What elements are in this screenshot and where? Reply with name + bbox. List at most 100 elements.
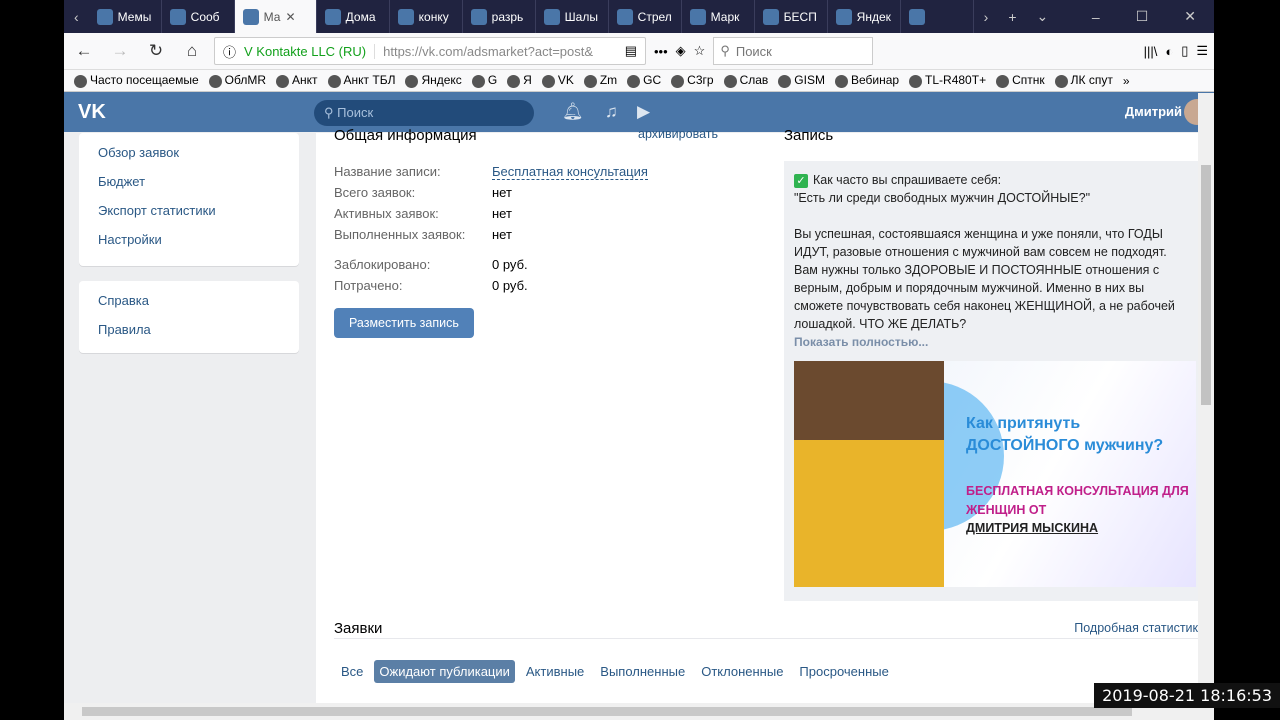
post-preview: ✓ Как часто вы спрашиваете себя: "Есть ли…: [784, 161, 1198, 601]
help-menu: Справка Правила: [79, 281, 299, 353]
menu-item[interactable]: Правила: [79, 315, 299, 344]
bookmark-item[interactable]: Яндекс: [405, 73, 462, 88]
back-icon[interactable]: ←: [70, 41, 98, 61]
scroll-thumb[interactable]: [1201, 165, 1211, 405]
menu-item[interactable]: Экспорт статистики: [79, 196, 299, 225]
bookmark-item[interactable]: GC: [627, 73, 662, 88]
library-icon[interactable]: |||\: [1144, 44, 1158, 59]
home-icon[interactable]: ⌂: [178, 41, 206, 61]
browser-window: ‹ Мемы Сооб Ма ✕ Дома конку разрь Шалы Стрел Марк…: [64, 0, 1214, 720]
bookmark-item[interactable]: Вебинар: [834, 73, 900, 88]
show-more-link[interactable]: Показать полностью...: [794, 333, 1188, 351]
tab-label: Яндек: [856, 9, 891, 24]
sidebar-icon[interactable]: ▯: [1181, 43, 1188, 59]
vk-logo[interactable]: VK: [78, 101, 106, 124]
search-input[interactable]: ⚲ Поиск: [713, 37, 874, 65]
bookmark-item[interactable]: Слав: [723, 73, 768, 88]
bookmark-item[interactable]: Анкт ТБЛ: [327, 73, 395, 88]
bookmark-icon: [276, 74, 289, 88]
browser-tab[interactable]: Шалы: [536, 0, 609, 33]
url-text[interactable]: https://vk.com/adsmarket?act=post&: [374, 43, 617, 59]
horizontal-scrollbar[interactable]: [64, 703, 1214, 720]
menu-item[interactable]: Справка: [79, 286, 299, 315]
browser-tab[interactable]: [901, 0, 974, 33]
vk-search-input[interactable]: ⚲ Поиск: [314, 100, 534, 126]
bookmark-item[interactable]: Сптнк: [996, 73, 1045, 88]
filter-tab[interactable]: Выполненные: [595, 660, 690, 683]
bookmark-item[interactable]: TL-R480T+: [909, 73, 986, 88]
reload-icon[interactable]: ↻: [142, 41, 170, 61]
user-name[interactable]: Дмитрий: [1125, 104, 1182, 119]
hscroll-thumb[interactable]: [82, 707, 1132, 716]
detailed-stats-link[interactable]: Подробная статистик: [1074, 621, 1198, 635]
bookmark-icon: [327, 74, 341, 88]
filter-tab[interactable]: Ожидают публикации: [374, 660, 515, 683]
bookmark-item[interactable]: ЛК спут: [1054, 73, 1113, 88]
forward-icon[interactable]: →: [106, 41, 134, 61]
browser-tab[interactable]: Марк: [682, 0, 755, 33]
bookmark-icon: [671, 74, 685, 88]
post-image[interactable]: Как притянуть ДОСТОЙНОГО мужчину? БЕСПЛА…: [794, 361, 1196, 587]
bookmarks-overflow-icon[interactable]: »: [1123, 74, 1130, 88]
bookmark-label: Вебинар: [850, 73, 900, 88]
tab-close-icon[interactable]: ✕: [285, 10, 295, 24]
menu-item[interactable]: Настройки: [79, 225, 299, 254]
browser-tab[interactable]: Яндек: [828, 0, 901, 33]
url-bar[interactable]: ⓘ V Kontakte LLC (RU) https://vk.com/ads…: [214, 37, 646, 65]
extension-icon[interactable]: ◐: [1165, 44, 1173, 59]
new-tab-button[interactable]: +: [998, 9, 1026, 25]
more-icon[interactable]: •••: [654, 44, 668, 59]
bookmark-item[interactable]: ОблMR: [208, 73, 266, 88]
play-icon[interactable]: ▶: [637, 102, 650, 122]
browser-tab[interactable]: Сооб: [162, 0, 235, 33]
minimize-button[interactable]: –: [1074, 9, 1118, 25]
filter-tab[interactable]: Все: [336, 660, 368, 683]
music-icon[interactable]: ♫: [605, 102, 618, 122]
bookmarks-bar: Часто посещаемые ОблMR Анкт Анкт ТБЛ Яндекс G…: [64, 70, 1214, 92]
post-line2: "Есть ли среди свободных мужчин ДОСТОЙНЫ…: [794, 191, 1091, 205]
menu-item[interactable]: Бюджет: [79, 167, 299, 196]
bookmark-item[interactable]: Я: [507, 73, 532, 88]
filter-tab[interactable]: Отклоненные: [696, 660, 788, 683]
bookmark-label: GC: [643, 73, 662, 88]
tab-list-button[interactable]: ⌄: [1027, 8, 1059, 25]
browser-tab[interactable]: разрь: [463, 0, 536, 33]
tabs-scroll-right[interactable]: ›: [974, 9, 999, 25]
bookmark-item[interactable]: Zm: [583, 73, 617, 88]
pocket-icon[interactable]: ◈: [676, 43, 686, 59]
bookmark-icon: [471, 74, 485, 88]
bookmark-item[interactable]: G: [471, 73, 497, 88]
vertical-scrollbar[interactable]: [1198, 93, 1214, 703]
browser-tab[interactable]: Дома: [317, 0, 390, 33]
menu-item[interactable]: Обзор заявок: [79, 138, 299, 167]
bookmark-item[interactable]: Часто посещаемые: [74, 73, 199, 88]
filter-tab[interactable]: Просроченные: [794, 660, 893, 683]
tab-label: Шалы: [564, 9, 598, 24]
filter-tab[interactable]: Активные: [521, 660, 589, 683]
close-window-button[interactable]: ✕: [1166, 8, 1214, 25]
reader-icon[interactable]: ▤: [625, 43, 637, 59]
browser-tab[interactable]: БЕСП: [755, 0, 828, 33]
divider: [334, 638, 1198, 639]
browser-tab[interactable]: Ма ✕: [234, 0, 317, 33]
bookmark-item[interactable]: С3гр: [671, 73, 714, 88]
tabs-scroll-left[interactable]: ‹: [64, 9, 89, 25]
browser-tab[interactable]: Мемы: [89, 0, 162, 33]
menu-icon[interactable]: ☰: [1196, 43, 1208, 59]
maximize-button[interactable]: ☐: [1118, 8, 1167, 25]
archive-link[interactable]: архивировать: [638, 127, 718, 144]
site-identity[interactable]: V Kontakte LLC (RU): [244, 44, 366, 59]
info-value[interactable]: Бесплатная консультация: [492, 164, 648, 180]
bell-icon[interactable]: 🔔︎: [562, 102, 584, 122]
bookmark-label: Я: [523, 73, 532, 88]
info-icon[interactable]: ⓘ: [223, 42, 236, 61]
bookmark-item[interactable]: GISM: [778, 73, 825, 88]
search-placeholder: Поиск: [735, 43, 772, 59]
place-post-button[interactable]: Разместить запись: [334, 308, 474, 338]
browser-tab[interactable]: конку: [390, 0, 463, 33]
star-icon[interactable]: ☆: [694, 43, 706, 59]
browser-tab[interactable]: Стрел: [609, 0, 682, 33]
bookmark-item[interactable]: VK: [541, 73, 574, 88]
bookmark-item[interactable]: Анкт: [276, 73, 318, 88]
info-key: Активных заявок:: [334, 206, 439, 221]
